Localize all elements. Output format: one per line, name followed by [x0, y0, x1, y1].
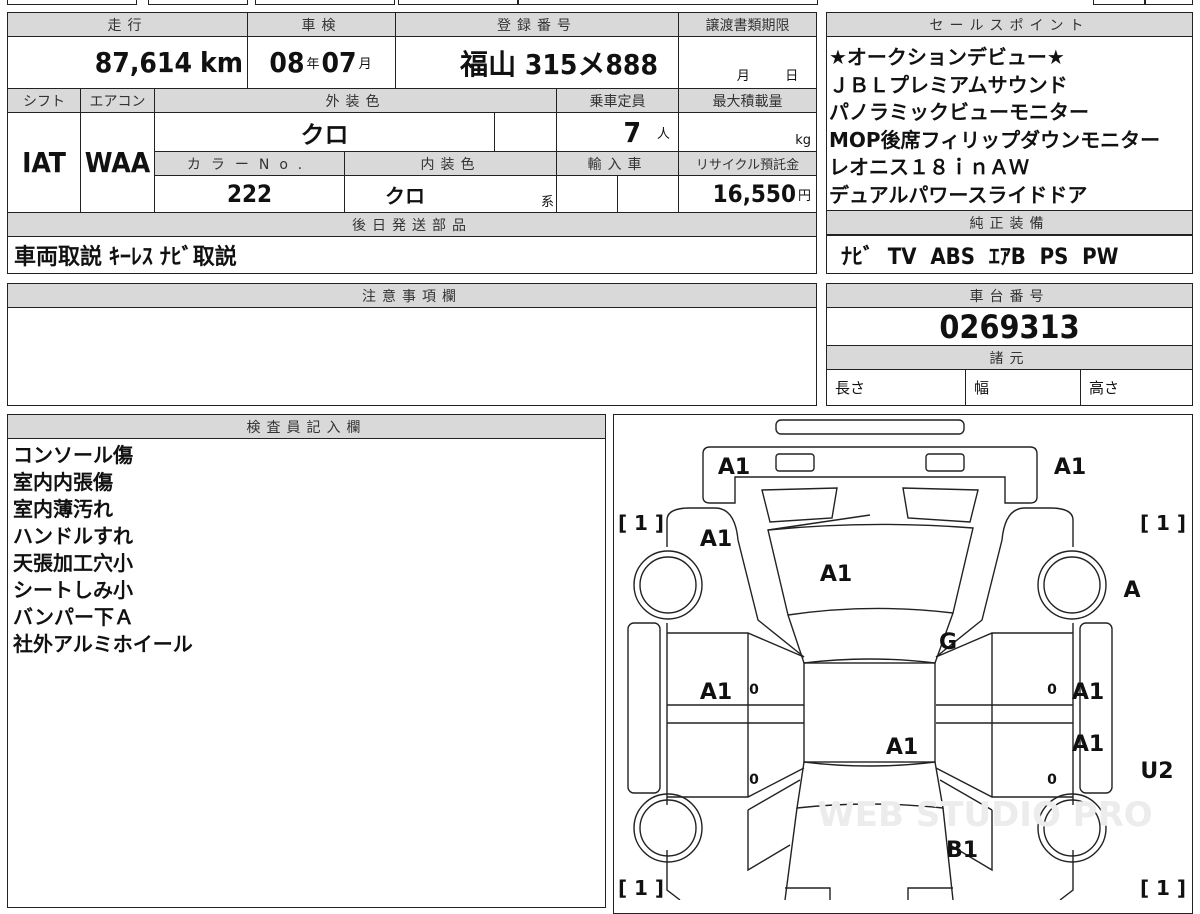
tire-tread-front-left: [ 1 ] — [618, 511, 664, 535]
mark-wheel-right-front: A — [1123, 578, 1140, 603]
tire-tread-front-right: [ 1 ] — [1140, 511, 1186, 535]
mark-zero: 0 — [749, 772, 759, 788]
windshield — [787, 612, 954, 664]
tire-tread-rear-left: [ 1 ] — [618, 876, 664, 900]
fender — [666, 507, 805, 658]
mark-windshield: G — [939, 630, 957, 655]
roof-rail — [775, 419, 965, 435]
car-diagram: A1 A1 A1 A1 A G A1 A1 A1 A1 U2 B1 0 0 0 … — [618, 419, 1186, 900]
mark-trunk: B1 — [946, 838, 978, 863]
headlight — [761, 487, 838, 523]
mark-zero: 0 — [749, 682, 759, 698]
tire-tread-rear-right: [ 1 ] — [1140, 876, 1186, 900]
mark-hood: A1 — [820, 562, 852, 587]
mark-door-left: A1 — [700, 680, 732, 705]
hood-edge — [767, 514, 871, 531]
mark-fender-left: A1 — [700, 527, 732, 552]
doors — [666, 623, 805, 805]
mark-front-right: A1 — [1054, 455, 1086, 480]
fog-lamp — [775, 453, 815, 472]
mark-front-left: A1 — [718, 455, 750, 480]
mark-door-right-rear: A1 — [1072, 732, 1104, 757]
rear-quarter — [666, 779, 801, 900]
wheel — [633, 793, 703, 863]
wheel — [633, 550, 703, 620]
mark-sill-right: U2 — [1140, 759, 1173, 784]
mark-zero: 0 — [1047, 772, 1057, 788]
mark-roof: A1 — [886, 735, 918, 760]
rear-bumper — [785, 887, 953, 900]
mark-door-right-front: A1 — [1072, 680, 1104, 705]
hood — [767, 523, 974, 616]
side-sill — [627, 622, 661, 794]
watermark: WEB STUDIO PRO — [817, 795, 1152, 835]
mark-zero: 0 — [1047, 682, 1057, 698]
